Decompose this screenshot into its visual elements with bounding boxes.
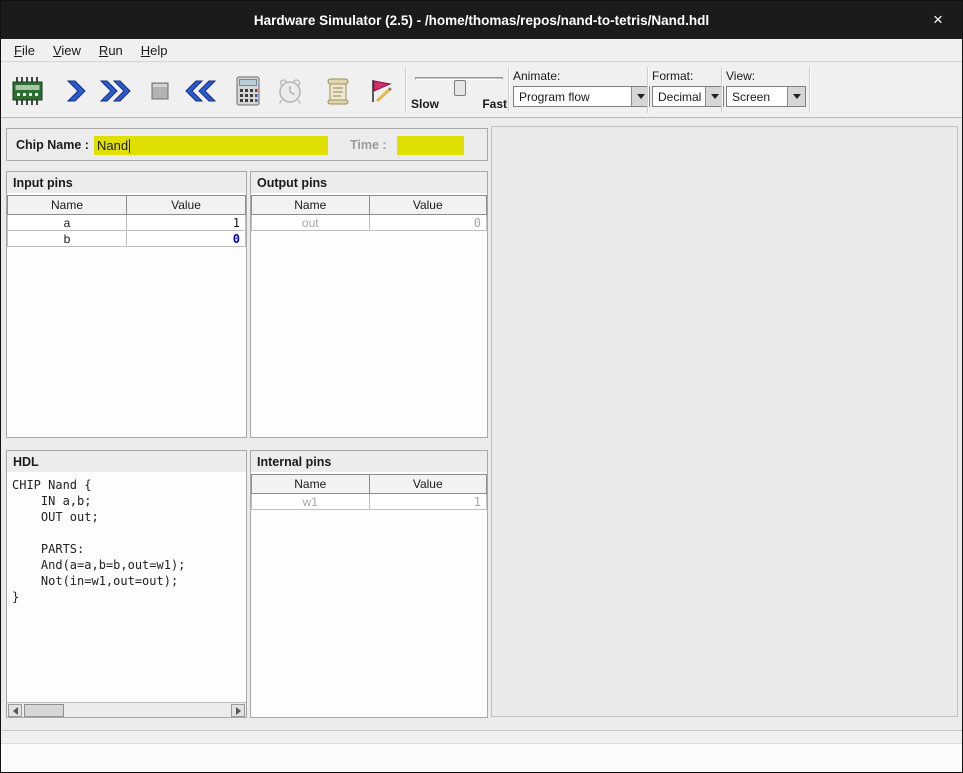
pin-value-cell[interactable]: 1 (127, 215, 246, 231)
chip-name-field[interactable]: Nand (94, 136, 328, 155)
chip-name-value: Nand (97, 138, 128, 153)
output-pins-table: Name Value out 0 (251, 195, 487, 231)
window-title: Hardware Simulator (2.5) - /home/thomas/… (254, 13, 709, 28)
table-header-row: Name Value (252, 196, 487, 215)
text-caret (129, 139, 130, 153)
animate-combobox[interactable]: Program flow (513, 86, 650, 107)
reset-icon[interactable] (181, 75, 219, 107)
internal-pins-table: Name Value w1 1 (251, 474, 487, 510)
toolbar-separator (809, 67, 811, 113)
single-step-icon[interactable] (57, 75, 95, 107)
pin-row-b: b 0 (8, 231, 246, 247)
view-label: View: (726, 69, 806, 83)
scroll-right-icon[interactable] (231, 704, 245, 717)
toolbar-separator (405, 67, 407, 113)
view-combo-group: View: Screen (726, 69, 806, 107)
load-chip-icon[interactable] (9, 75, 47, 107)
toolbar-separator (721, 67, 723, 113)
script-icon[interactable] (319, 75, 357, 107)
internal-pins-panel: Internal pins Name Value w1 1 (250, 450, 488, 718)
breakpoint-icon[interactable] (361, 75, 399, 107)
view-combobox[interactable]: Screen (726, 86, 806, 107)
hdl-title: HDL (7, 451, 246, 472)
clock-icon (271, 75, 309, 107)
title-bar: Hardware Simulator (2.5) - /home/thomas/… (1, 1, 962, 39)
format-combo-group: Format: Decimal (652, 69, 724, 107)
toolbar: Slow Fast Animate: Program flow Format: … (1, 63, 962, 118)
input-pins-table: Name Value a 1 b 0 (7, 195, 246, 247)
speed-slider-thumb[interactable] (454, 80, 466, 96)
menu-file[interactable]: File (5, 40, 44, 61)
column-header-name: Name (252, 475, 370, 494)
screen-display-area (491, 126, 958, 717)
chevron-down-icon (637, 94, 645, 99)
format-combobox[interactable]: Decimal (652, 86, 724, 107)
speed-slider-track[interactable] (415, 77, 503, 80)
time-label: Time : (350, 138, 387, 152)
hdl-hscrollbar[interactable] (7, 702, 246, 717)
hdl-code: CHIP Nand { IN a,b; OUT out; PARTS: And(… (7, 474, 246, 608)
format-selected-value: Decimal (653, 87, 705, 106)
pin-name-cell: w1 (252, 494, 370, 510)
pin-name-cell: a (8, 215, 127, 231)
animate-label: Animate: (513, 69, 650, 83)
column-header-name: Name (8, 196, 127, 215)
pin-name-cell: out (252, 215, 370, 231)
column-header-value: Value (369, 196, 487, 215)
menu-run[interactable]: Run (90, 40, 132, 61)
menu-help[interactable]: Help (132, 40, 177, 61)
table-header-row: Name Value (8, 196, 246, 215)
format-label: Format: (652, 69, 724, 83)
evaluate-calculator-icon[interactable] (229, 75, 267, 107)
menu-view[interactable]: View (44, 40, 90, 61)
toolbar-separator (647, 67, 649, 113)
chevron-down-icon (711, 94, 719, 99)
hdl-panel: HDL CHIP Nand { IN a,b; OUT out; PARTS: … (6, 450, 247, 718)
pin-name-cell: b (8, 231, 127, 247)
animate-combo-group: Animate: Program flow (513, 69, 650, 107)
close-icon[interactable]: × (927, 9, 949, 31)
view-dropdown-button[interactable] (787, 87, 805, 106)
slider-slow-label: Slow (411, 97, 439, 111)
column-header-value: Value (127, 196, 246, 215)
scroll-left-icon[interactable] (8, 704, 22, 717)
output-pins-title: Output pins (251, 172, 487, 193)
pin-row-w1: w1 1 (252, 494, 487, 510)
run-icon[interactable] (97, 75, 135, 107)
hscrollbar-thumb[interactable] (24, 704, 64, 717)
column-header-value: Value (369, 475, 487, 494)
status-message-area (1, 743, 962, 772)
table-header-row: Name Value (252, 475, 487, 494)
pin-value-cell: 0 (369, 215, 487, 231)
menu-bar: File View Run Help (1, 39, 962, 62)
stop-icon[interactable] (141, 75, 179, 107)
slider-fast-label: Fast (482, 97, 507, 111)
input-pins-panel: Input pins Name Value a 1 b 0 (6, 171, 247, 438)
status-bar (1, 730, 962, 772)
chip-name-bar: Chip Name : Nand Time : (6, 128, 488, 161)
output-pins-panel: Output pins Name Value out 0 (250, 171, 488, 438)
column-header-name: Name (252, 196, 370, 215)
toolbar-separator (508, 67, 510, 113)
chip-name-label: Chip Name : (16, 138, 89, 152)
input-pins-title: Input pins (7, 172, 246, 193)
pin-value-cell: 1 (369, 494, 487, 510)
hardware-simulator-window: Hardware Simulator (2.5) - /home/thomas/… (0, 0, 963, 773)
pin-row-a: a 1 (8, 215, 246, 231)
time-field (397, 136, 464, 155)
animate-selected-value: Program flow (514, 87, 631, 106)
internal-pins-title: Internal pins (251, 451, 487, 472)
pin-value-cell-editing[interactable]: 0 (127, 231, 246, 247)
view-selected-value: Screen (727, 87, 787, 106)
chevron-down-icon (793, 94, 801, 99)
pin-row-out: out 0 (252, 215, 487, 231)
speed-slider-group: Slow Fast (411, 67, 507, 113)
main-content: Chip Name : Nand Time : Input pins Name … (1, 118, 963, 732)
